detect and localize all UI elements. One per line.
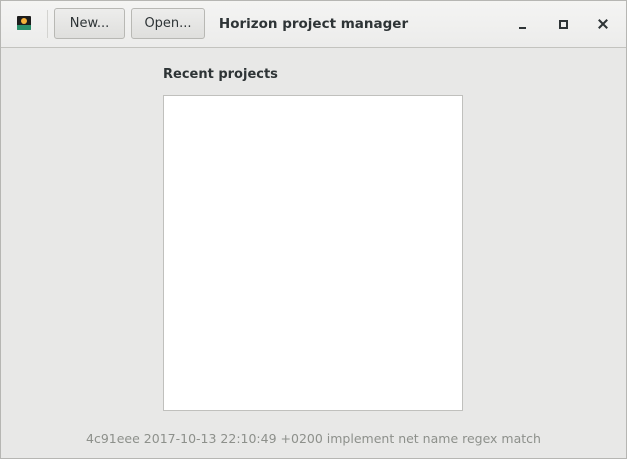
version-status-text: 4c91eee 2017-10-13 22:10:49 +0200 implem…	[86, 431, 541, 446]
maximize-button[interactable]	[550, 11, 576, 37]
new-project-button[interactable]: New...	[54, 8, 125, 39]
sun-shape	[21, 18, 27, 24]
close-icon	[598, 19, 608, 29]
maximize-icon	[559, 20, 568, 29]
header-separator	[47, 10, 48, 38]
minimize-icon	[519, 27, 526, 29]
window-title: Horizon project manager	[218, 16, 409, 32]
close-button[interactable]	[590, 11, 616, 37]
horizon-app-icon	[17, 16, 31, 30]
ground-shape	[17, 25, 31, 30]
header-bar: New... Open... Horizon project manager	[1, 1, 626, 48]
recent-projects-list[interactable]	[163, 95, 463, 411]
recent-projects-label: Recent projects	[163, 67, 278, 82]
minimize-button[interactable]	[510, 11, 536, 37]
project-manager-window: New... Open... Horizon project manager R…	[0, 0, 627, 459]
open-project-button[interactable]: Open...	[131, 8, 205, 39]
